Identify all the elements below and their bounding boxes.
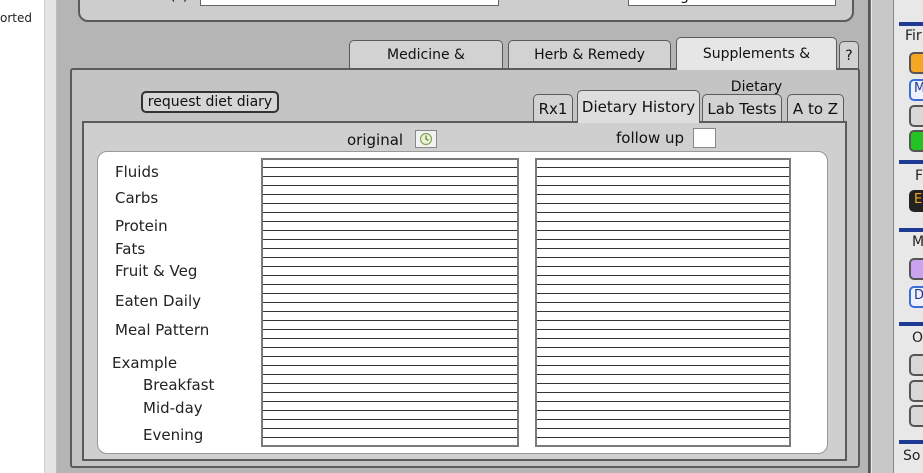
midday-label: Mid-day xyxy=(143,399,203,417)
sidebar-divider xyxy=(899,160,923,164)
tab-rx1[interactable]: Rx1 xyxy=(533,94,573,123)
sidebar-label-4: O xyxy=(912,330,923,346)
original-label: original xyxy=(347,131,404,149)
left-pane-text: orted xyxy=(0,11,32,25)
evening-label: Evening xyxy=(143,426,204,444)
tab-supplements-dietary[interactable]: Supplements & Dietary xyxy=(676,37,837,95)
sidebar-grey-button-4[interactable] xyxy=(909,405,923,427)
sidebar-divider xyxy=(899,22,923,26)
fluids-label: Fluids xyxy=(115,163,159,181)
left-gutter xyxy=(45,0,57,473)
tab-a-to-z[interactable]: A to Z xyxy=(787,94,844,123)
top-field-label: (?) xyxy=(170,0,188,4)
example-label: Example xyxy=(112,354,178,372)
sidebar-label-3: M xyxy=(912,234,923,250)
breakfast-label: Breakfast xyxy=(143,376,215,394)
sidebar-orange-button[interactable] xyxy=(909,52,923,74)
sidebar-blue-button-2[interactable]: D xyxy=(909,286,923,308)
follow-up-diet-text-area[interactable] xyxy=(535,158,791,447)
follow-up-label: follow up xyxy=(616,129,685,147)
meal-pattern-label: Meal Pattern xyxy=(115,321,210,339)
sidebar-grey-button[interactable] xyxy=(909,105,923,127)
sidebar-blue-button[interactable]: M xyxy=(909,79,923,101)
sidebar-dark-button[interactable]: E xyxy=(909,190,923,212)
sidebar-divider xyxy=(899,228,923,232)
sidebar-label-5: So xyxy=(903,448,921,464)
protein-label: Protein xyxy=(115,217,168,235)
carbs-label: Carbs xyxy=(115,189,159,207)
sidebar-grey-button-2[interactable] xyxy=(909,354,923,376)
calendar-clock-icon xyxy=(419,132,433,146)
fruit-veg-label: Fruit & Veg xyxy=(115,262,198,280)
original-diet-text-area[interactable] xyxy=(261,158,519,447)
fats-label: Fats xyxy=(115,240,146,258)
sidebar-label-2: F xyxy=(915,168,923,184)
top-text-field[interactable] xyxy=(200,0,499,6)
tab-herb-remedy-history[interactable]: Herb & Remedy History xyxy=(508,40,671,91)
sidebar-divider xyxy=(899,322,923,326)
sidebar-purple-button[interactable] xyxy=(909,258,923,280)
tab-help[interactable]: ? xyxy=(839,41,859,71)
request-diet-diary-button[interactable]: request diet diary xyxy=(141,91,279,113)
left-pane xyxy=(0,0,45,473)
tab-dietary-history[interactable]: Dietary History xyxy=(577,90,700,123)
top-field-2-value: g xyxy=(680,0,689,4)
eaten-daily-label: Eaten Daily xyxy=(115,292,202,310)
sidebar-grey-button-3[interactable] xyxy=(909,380,923,402)
follow-up-date-field[interactable] xyxy=(693,128,716,148)
tab-medicine-treatment[interactable]: Medicine & Treatment xyxy=(349,40,503,91)
right-scroll-gutter xyxy=(872,0,894,473)
sidebar-label-1: Fir xyxy=(905,28,922,44)
original-date-button[interactable] xyxy=(415,130,437,148)
sidebar-divider xyxy=(899,440,923,444)
sidebar-green-button[interactable] xyxy=(909,130,923,152)
top-text-field-2[interactable] xyxy=(628,0,836,6)
